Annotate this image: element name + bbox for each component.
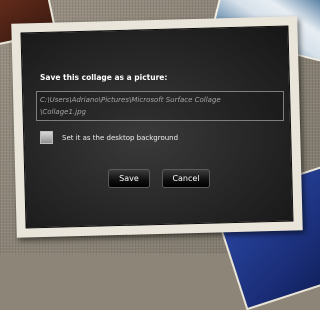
desktop-background-checkbox[interactable]	[40, 131, 53, 144]
file-path-text: C:\Users\Adriano\Pictures\Microsoft Surf…	[40, 94, 279, 118]
file-path-field[interactable]: C:\Users\Adriano\Pictures\Microsoft Surf…	[36, 91, 284, 121]
save-dialog-content: Save this collage as a picture: C:\Users…	[28, 64, 290, 194]
file-path-line-2: \Collage1.jpg	[40, 108, 86, 116]
dialog-title: Save this collage as a picture:	[40, 73, 168, 82]
desktop-background-label: Set it as the desktop background	[62, 134, 179, 142]
file-path-line-1: C:\Users\Adriano\Pictures\Microsoft Surf…	[40, 96, 221, 104]
cancel-button[interactable]: Cancel	[162, 169, 210, 188]
save-button[interactable]: Save	[108, 169, 150, 188]
